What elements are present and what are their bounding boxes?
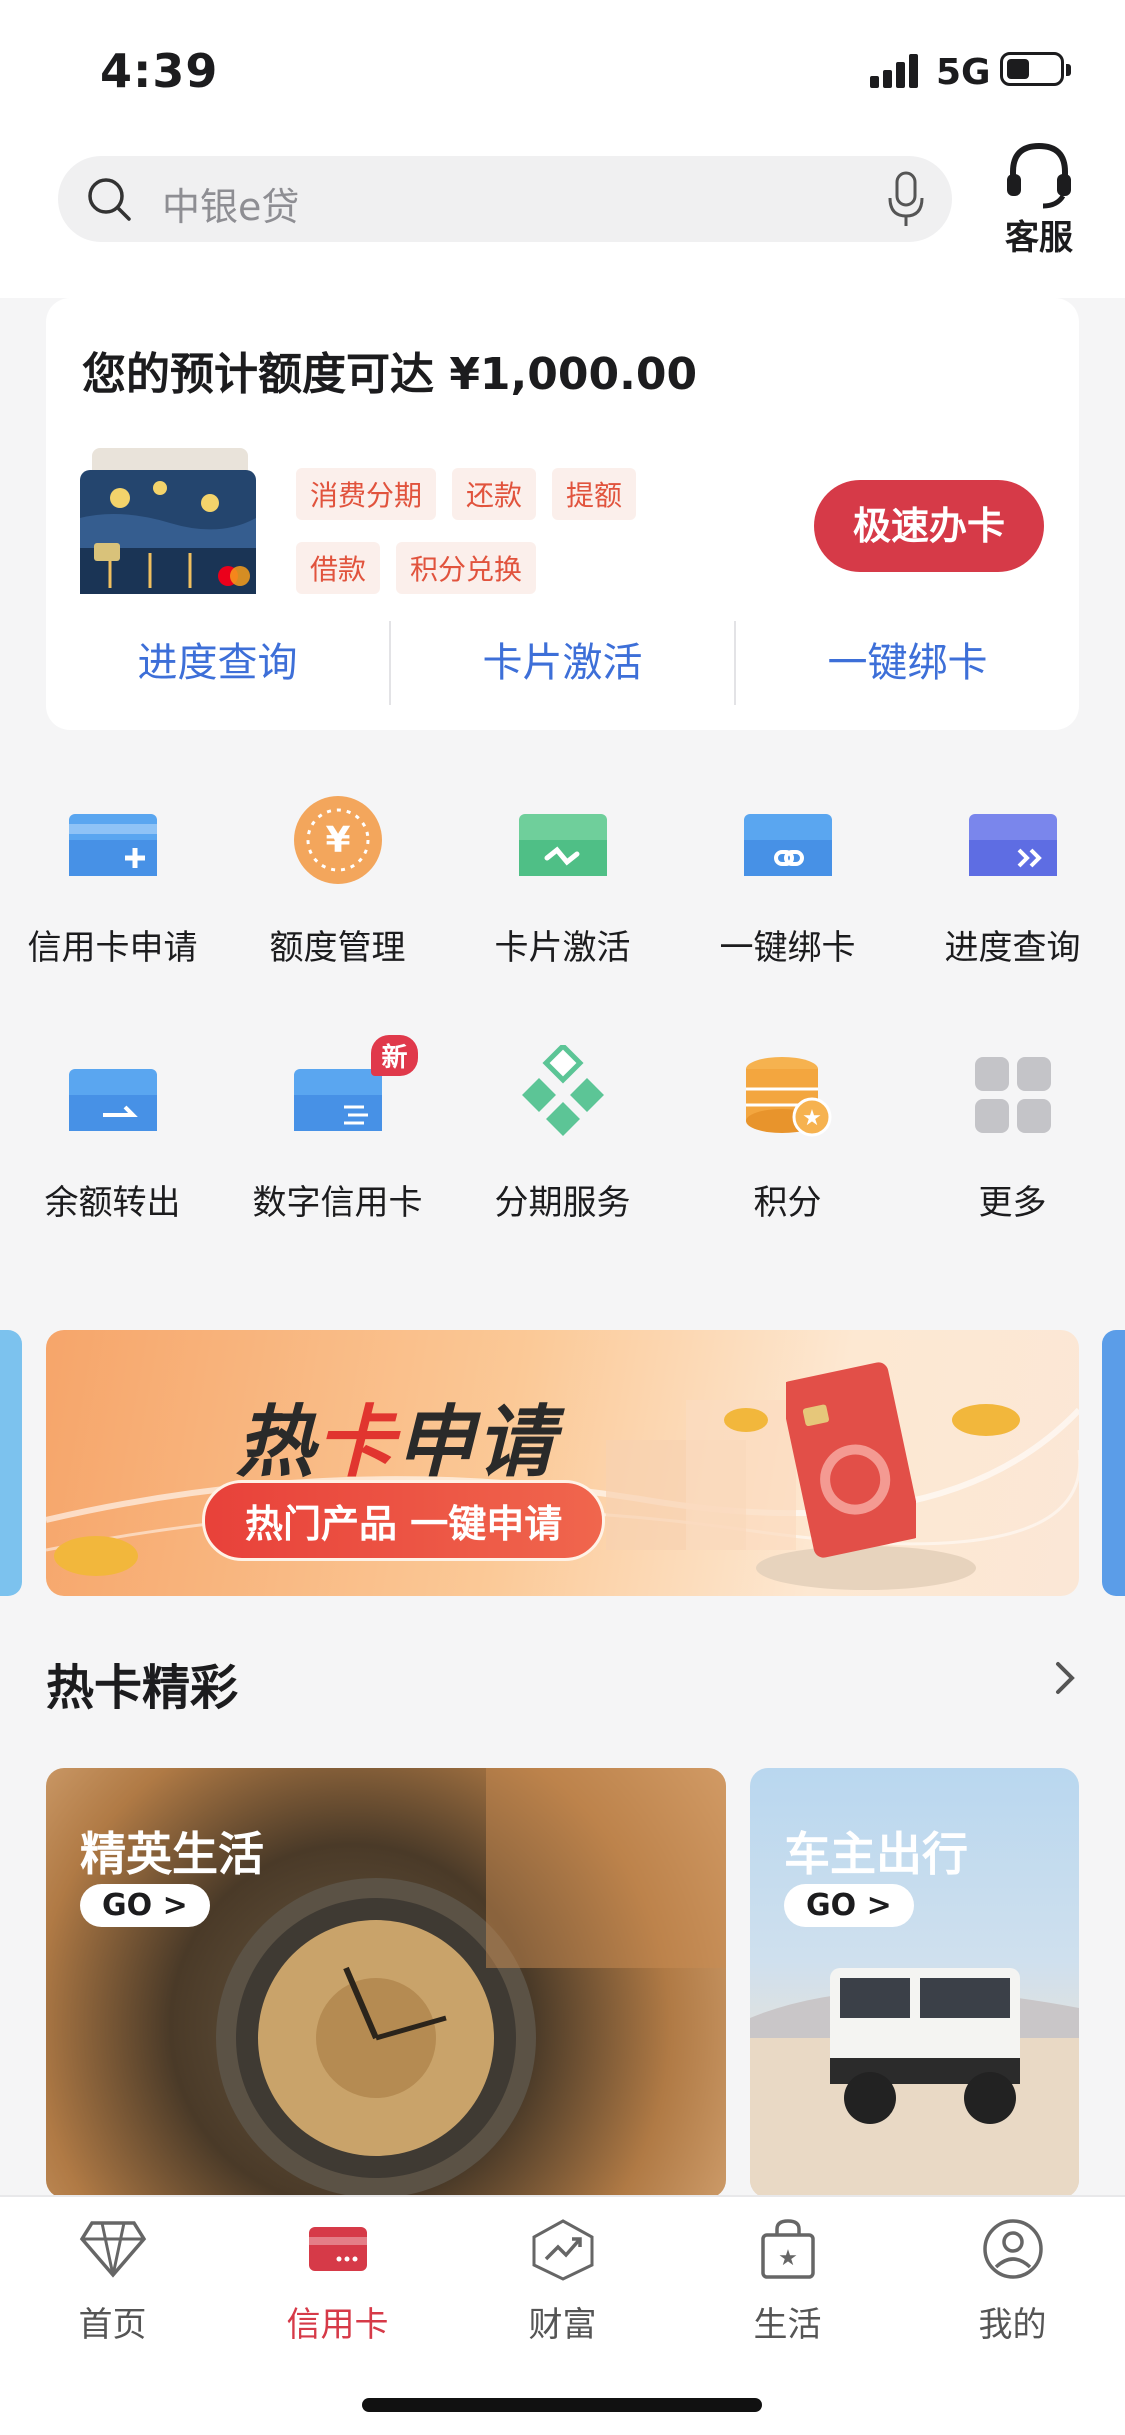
- service-card-bind[interactable]: 一键绑卡: [675, 790, 900, 969]
- service-points[interactable]: ★ 积分: [675, 1045, 900, 1224]
- tab-home[interactable]: 首页: [0, 2217, 225, 2346]
- customer-service-button[interactable]: 客服: [992, 140, 1086, 260]
- service-label: 分期服务: [494, 1183, 631, 1223]
- svg-text:★: ★: [778, 2246, 798, 2271]
- service-label: 积分: [753, 1183, 822, 1223]
- home-indicator[interactable]: [362, 2398, 762, 2412]
- service-progress-query[interactable]: 进度查询: [900, 790, 1125, 969]
- tab-life[interactable]: ★ 生活: [675, 2217, 900, 2346]
- card-progress-icon: [968, 814, 1057, 876]
- quick-links: 进度查询 卡片激活 一键绑卡: [46, 618, 1079, 708]
- feature-tags: 消费分期 还款 提额 借款 积分兑换: [296, 468, 716, 616]
- credit-card-image: [80, 448, 256, 594]
- promo-title: 车主出行: [784, 1827, 968, 1881]
- tab-label: 生活: [753, 2305, 822, 2345]
- search-bar[interactable]: 中银e贷: [58, 156, 952, 242]
- network-type: 5G: [936, 52, 991, 93]
- hot-card-apply-banner[interactable]: 热卡申请 热门产品 一键申请: [46, 1330, 1079, 1596]
- cellular-signal-icon: [870, 52, 922, 88]
- red-credit-card-image: [786, 1362, 916, 1558]
- promo-car-travel[interactable]: 车主出行 GO >: [750, 1768, 1079, 2198]
- svg-text:★: ★: [802, 1106, 822, 1131]
- tag-repayment[interactable]: 还款: [452, 468, 537, 520]
- estimated-limit-title: 您的预计额度可达 ¥1,000.00: [82, 349, 698, 400]
- service-label: 一键绑卡: [719, 928, 856, 968]
- credit-limit-card: 您的预计额度可达 ¥1,000.00 消费分期 还款 提额 借款 积分兑换 极速办卡 …: [46, 298, 1079, 730]
- card-add-icon: [68, 814, 157, 876]
- promo-elite-life[interactable]: 精英生活 GO >: [46, 1768, 726, 2198]
- customer-service-label: 客服: [1005, 218, 1073, 258]
- banner-subtitle: 热门产品 一键申请: [202, 1480, 606, 1561]
- headset-icon: [1007, 142, 1071, 209]
- banner-prev-peek[interactable]: [0, 1330, 22, 1596]
- promo-go-button[interactable]: GO >: [784, 1884, 914, 1927]
- search-icon: [88, 178, 131, 221]
- banner-title: 热卡申请: [236, 1398, 557, 1488]
- service-installment[interactable]: 分期服务: [450, 1042, 675, 1224]
- service-card-apply[interactable]: 信用卡申请: [0, 790, 225, 969]
- tag-raise-limit[interactable]: 提额: [552, 468, 637, 520]
- card-link-icon: [743, 814, 832, 876]
- tab-label: 财富: [528, 2305, 597, 2345]
- service-label: 额度管理: [269, 928, 406, 968]
- microphone-icon[interactable]: [884, 170, 928, 230]
- tab-mine[interactable]: 我的: [900, 2217, 1125, 2346]
- service-balance-transfer[interactable]: 余额转出: [0, 1045, 225, 1224]
- diamond-icon: [79, 2221, 146, 2278]
- quick-link-bind[interactable]: 一键绑卡: [736, 618, 1079, 708]
- search-placeholder: 中银e贷: [162, 185, 300, 229]
- service-label: 余额转出: [44, 1183, 181, 1223]
- card-transfer-icon: [68, 1069, 157, 1131]
- tag-borrow[interactable]: 借款: [296, 542, 381, 594]
- service-digital-card[interactable]: 新 数字信用卡: [225, 1035, 450, 1224]
- hot-cards-section-title: 热卡精彩: [46, 1660, 239, 1716]
- service-label: 信用卡申请: [27, 928, 198, 968]
- card-activate-icon: [518, 814, 607, 876]
- service-label: 卡片激活: [494, 928, 631, 968]
- fast-apply-button[interactable]: 极速办卡: [814, 480, 1044, 572]
- new-badge: 新: [371, 1035, 418, 1076]
- wealth-chart-icon: [532, 2219, 593, 2281]
- profile-icon: [982, 2219, 1043, 2279]
- chevron-right-icon[interactable]: [1050, 1658, 1080, 1698]
- service-more[interactable]: 更多: [900, 1045, 1125, 1224]
- quick-link-activate[interactable]: 卡片激活: [391, 618, 734, 708]
- more-grid-icon: [974, 1057, 1051, 1133]
- status-time: 4:39: [100, 44, 219, 98]
- service-label: 进度查询: [944, 928, 1081, 968]
- credit-card-icon: [308, 2227, 367, 2271]
- service-label: 更多: [978, 1183, 1047, 1223]
- tab-label: 首页: [78, 2305, 147, 2345]
- tab-credit-card[interactable]: 信用卡: [225, 2217, 450, 2346]
- promo-title: 精英生活: [80, 1827, 264, 1881]
- service-label: 数字信用卡: [252, 1183, 423, 1223]
- tab-label: 信用卡: [286, 2305, 389, 2345]
- banner-next-peek[interactable]: [1102, 1330, 1125, 1596]
- yen-coin-icon: ¥: [293, 796, 382, 884]
- battery-icon: [1000, 52, 1071, 86]
- shopping-bag-icon: ★: [760, 2219, 815, 2279]
- service-card-activate[interactable]: 卡片激活: [450, 790, 675, 969]
- tag-installment[interactable]: 消费分期: [296, 468, 437, 520]
- service-limit-manage[interactable]: ¥ 额度管理: [225, 790, 450, 969]
- promo-go-button[interactable]: GO >: [80, 1884, 210, 1927]
- points-stack-icon: ★: [745, 1057, 831, 1137]
- tag-points-exchange[interactable]: 积分兑换: [396, 542, 537, 594]
- top-header: 中银e贷 客服: [0, 140, 1125, 280]
- tab-label: 我的: [978, 2305, 1047, 2345]
- status-bar: 4:39 5G: [0, 0, 1125, 140]
- svg-text:¥: ¥: [325, 820, 350, 861]
- quick-link-progress[interactable]: 进度查询: [46, 618, 389, 708]
- tab-wealth[interactable]: 财富: [450, 2217, 675, 2346]
- diamond-grid-icon: [521, 1042, 604, 1136]
